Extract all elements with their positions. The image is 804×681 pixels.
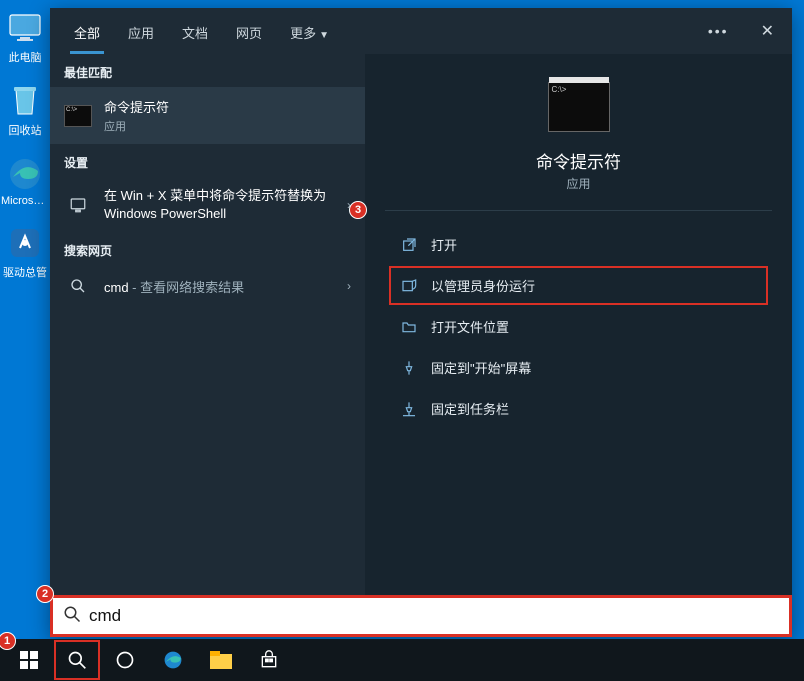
taskbar-explorer-button[interactable] xyxy=(198,640,244,680)
web-search-label: 搜索网页 xyxy=(50,232,365,265)
driver-icon xyxy=(7,225,43,261)
search-input-row xyxy=(50,595,792,637)
pin-icon xyxy=(401,360,417,376)
pin-taskbar-icon xyxy=(401,401,417,417)
action-label: 固定到"开始"屏幕 xyxy=(431,358,531,377)
tab-all[interactable]: 全部 xyxy=(60,9,114,54)
tab-apps[interactable]: 应用 xyxy=(114,9,168,54)
desktop-label: 驱动总管 xyxy=(3,264,47,280)
preview-title: 命令提示符 xyxy=(536,148,621,173)
taskbar-taskview-button[interactable] xyxy=(102,640,148,680)
preview-actions: 3 打开 以管理员身份运行 打开文 xyxy=(365,211,792,442)
tab-web[interactable]: 网页 xyxy=(222,9,276,54)
settings-item[interactable]: 在 Win + X 菜单中将命令提示符替换为 Windows PowerShel… xyxy=(50,177,365,232)
desktop-icon-this-pc[interactable]: 此电脑 xyxy=(0,10,50,65)
result-title: 命令提示符 xyxy=(104,97,351,116)
search-input[interactable] xyxy=(89,606,779,626)
action-label: 固定到任务栏 xyxy=(431,399,509,418)
preview-header: 命令提示符 应用 xyxy=(385,54,772,211)
recycle-bin-icon xyxy=(7,83,43,119)
search-header: 全部 应用 文档 网页 更多▼ ••• ✕ xyxy=(50,8,792,54)
edge-icon xyxy=(7,156,43,192)
web-search-suffix: - 查看网络搜索结果 xyxy=(129,280,245,295)
result-subtitle: 应用 xyxy=(104,118,351,134)
search-tabs: 全部 应用 文档 网页 更多▼ xyxy=(60,9,343,54)
more-options-button[interactable]: ••• xyxy=(702,17,735,45)
search-icon xyxy=(64,275,92,297)
annotation-badge-3: 3 xyxy=(349,201,367,219)
web-search-query: cmd xyxy=(104,280,129,295)
taskbar-edge-button[interactable] xyxy=(150,640,196,680)
tab-more-label: 更多 xyxy=(290,26,316,41)
preview-column: 命令提示符 应用 3 打开 以管理员身份运行 xyxy=(365,54,792,595)
tab-documents[interactable]: 文档 xyxy=(168,9,222,54)
shield-icon xyxy=(401,278,417,294)
chevron-down-icon: ▼ xyxy=(319,30,329,41)
annotation-badge-1: 1 xyxy=(0,632,16,650)
result-title: 在 Win + X 菜单中将命令提示符替换为 Windows PowerShel… xyxy=(104,187,335,222)
search-panel: 全部 应用 文档 网页 更多▼ ••• ✕ 最佳匹配 命令提示符 应用 设置 xyxy=(50,8,792,637)
best-match-label: 最佳匹配 xyxy=(50,54,365,87)
results-column: 最佳匹配 命令提示符 应用 设置 在 Win + X 菜单中将命令提示符替换为 … xyxy=(50,54,365,595)
desktop-icon-recycle-bin[interactable]: 回收站 xyxy=(0,83,50,138)
action-open-file-location[interactable]: 打开文件位置 xyxy=(389,307,768,346)
start-button[interactable]: 1 xyxy=(6,640,52,680)
action-open[interactable]: 打开 xyxy=(389,225,768,264)
search-icon xyxy=(63,605,81,628)
action-label: 打开文件位置 xyxy=(431,317,509,336)
desktop-icon-edge[interactable]: Microsoft Edge xyxy=(0,156,50,207)
action-label: 打开 xyxy=(431,235,457,254)
search-body: 最佳匹配 命令提示符 应用 设置 在 Win + X 菜单中将命令提示符替换为 … xyxy=(50,54,792,595)
desktop-label: Microsoft Edge xyxy=(1,195,49,207)
close-button[interactable]: ✕ xyxy=(753,15,782,47)
desktop-label: 回收站 xyxy=(9,122,42,138)
taskbar-store-button[interactable] xyxy=(246,640,292,680)
desktop-icon-driver[interactable]: 驱动总管 xyxy=(0,225,50,280)
this-pc-icon xyxy=(7,10,43,46)
preview-subtitle: 应用 xyxy=(566,175,590,192)
action-pin-to-taskbar[interactable]: 固定到任务栏 xyxy=(389,389,768,428)
action-label: 以管理员身份运行 xyxy=(431,276,535,295)
folder-icon xyxy=(401,319,417,335)
action-pin-to-start[interactable]: 固定到"开始"屏幕 xyxy=(389,348,768,387)
cmd-preview-icon xyxy=(548,82,610,132)
best-match-item[interactable]: 命令提示符 应用 xyxy=(50,87,365,144)
web-search-item[interactable]: cmd - 查看网络搜索结果 › xyxy=(50,265,365,307)
action-run-as-admin[interactable]: 以管理员身份运行 xyxy=(389,266,768,305)
settings-label: 设置 xyxy=(50,144,365,177)
cmd-app-icon xyxy=(64,105,92,127)
taskbar-search-button[interactable] xyxy=(54,640,100,680)
desktop: 此电脑 回收站 Microsoft Edge 驱动总管 xyxy=(0,0,50,298)
desktop-label: 此电脑 xyxy=(9,49,42,65)
tab-more[interactable]: 更多▼ xyxy=(276,9,343,54)
annotation-badge-2: 2 xyxy=(36,585,54,603)
open-icon xyxy=(401,237,417,253)
chevron-right-icon: › xyxy=(347,279,351,293)
taskbar: 1 xyxy=(0,639,804,681)
settings-icon xyxy=(64,194,92,216)
